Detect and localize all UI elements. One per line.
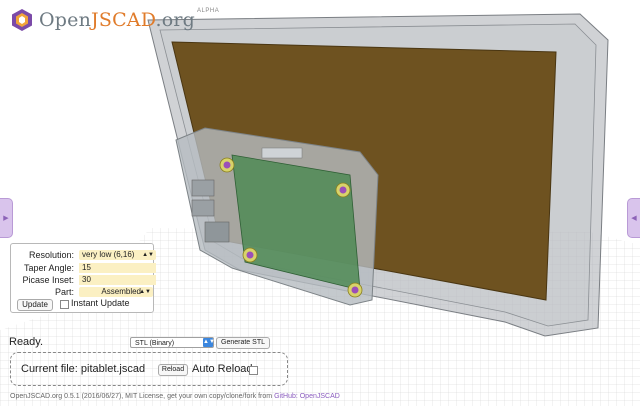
footer: OpenJSCAD.org 0.5.1 (2016/06/27), MIT Li… bbox=[10, 393, 340, 400]
current-file-label: Current file: pitablet.jscad bbox=[21, 363, 146, 375]
ethernet-port bbox=[204, 221, 230, 243]
chevron-left-icon: ◀ bbox=[631, 215, 637, 222]
select-arrows-icon: ▲▼ bbox=[139, 289, 151, 295]
select-arrows-icon: ▲▼ bbox=[203, 338, 215, 347]
param-row-part: Part: Assembled ▲▼ bbox=[11, 287, 153, 298]
instant-update-label: Instant Update bbox=[71, 298, 130, 308]
status-text: Ready. bbox=[9, 336, 44, 348]
right-panel-toggle[interactable]: ◀ bbox=[627, 198, 640, 238]
param-label: Resolution: bbox=[28, 250, 74, 260]
param-row-resolution: Resolution: very low (6,16) ▲▼ bbox=[11, 250, 156, 261]
logo: OpenJSCAD.org ALPHA bbox=[10, 8, 219, 32]
param-label: Part: bbox=[54, 287, 74, 297]
footer-text: OpenJSCAD.org 0.5.1 (2016/06/27), MIT Li… bbox=[10, 393, 275, 400]
chevron-right-icon: ▶ bbox=[3, 215, 9, 222]
resolution-select[interactable]: very low (6,16) ▲▼ bbox=[79, 250, 156, 260]
reload-button[interactable]: Reload bbox=[158, 364, 188, 376]
usb-port bbox=[191, 199, 215, 217]
github-link[interactable]: GitHub: OpenJSCAD bbox=[274, 393, 340, 400]
picase-inset-input[interactable]: 30 bbox=[79, 275, 156, 285]
format-select[interactable]: STL (Binary) ▲▼ bbox=[130, 337, 215, 348]
param-label: Taper Angle: bbox=[23, 263, 74, 273]
file-drop-area[interactable]: Current file: pitablet.jscad Reload Auto… bbox=[10, 352, 288, 386]
param-row-picase-inset: Picase Inset: 30 bbox=[11, 275, 156, 286]
instant-update-checkbox[interactable] bbox=[60, 300, 69, 309]
taper-angle-input[interactable]: 15 bbox=[79, 263, 156, 273]
header-block bbox=[261, 147, 303, 159]
update-button[interactable]: Update bbox=[17, 299, 53, 311]
parameters-panel: Resolution: very low (6,16) ▲▼ Taper Angl… bbox=[10, 243, 156, 313]
usb-port bbox=[191, 179, 215, 197]
generate-stl-button[interactable]: Generate STL bbox=[216, 337, 270, 349]
auto-reload-checkbox[interactable] bbox=[249, 366, 258, 375]
param-label: Picase Inset: bbox=[22, 275, 74, 285]
3d-viewport[interactable] bbox=[0, 0, 640, 406]
alpha-badge: ALPHA bbox=[197, 8, 220, 14]
left-panel-toggle[interactable]: ▶ bbox=[0, 198, 13, 238]
select-arrows-icon: ▲▼ bbox=[142, 252, 154, 258]
openjscad-logo-icon bbox=[12, 9, 32, 31]
param-row-taper-angle: Taper Angle: 15 bbox=[11, 263, 156, 274]
part-select[interactable]: Assembled ▲▼ bbox=[79, 287, 153, 297]
logo-text: OpenJSCAD.org bbox=[39, 9, 196, 31]
auto-reload-label: Auto Reload bbox=[192, 363, 253, 375]
